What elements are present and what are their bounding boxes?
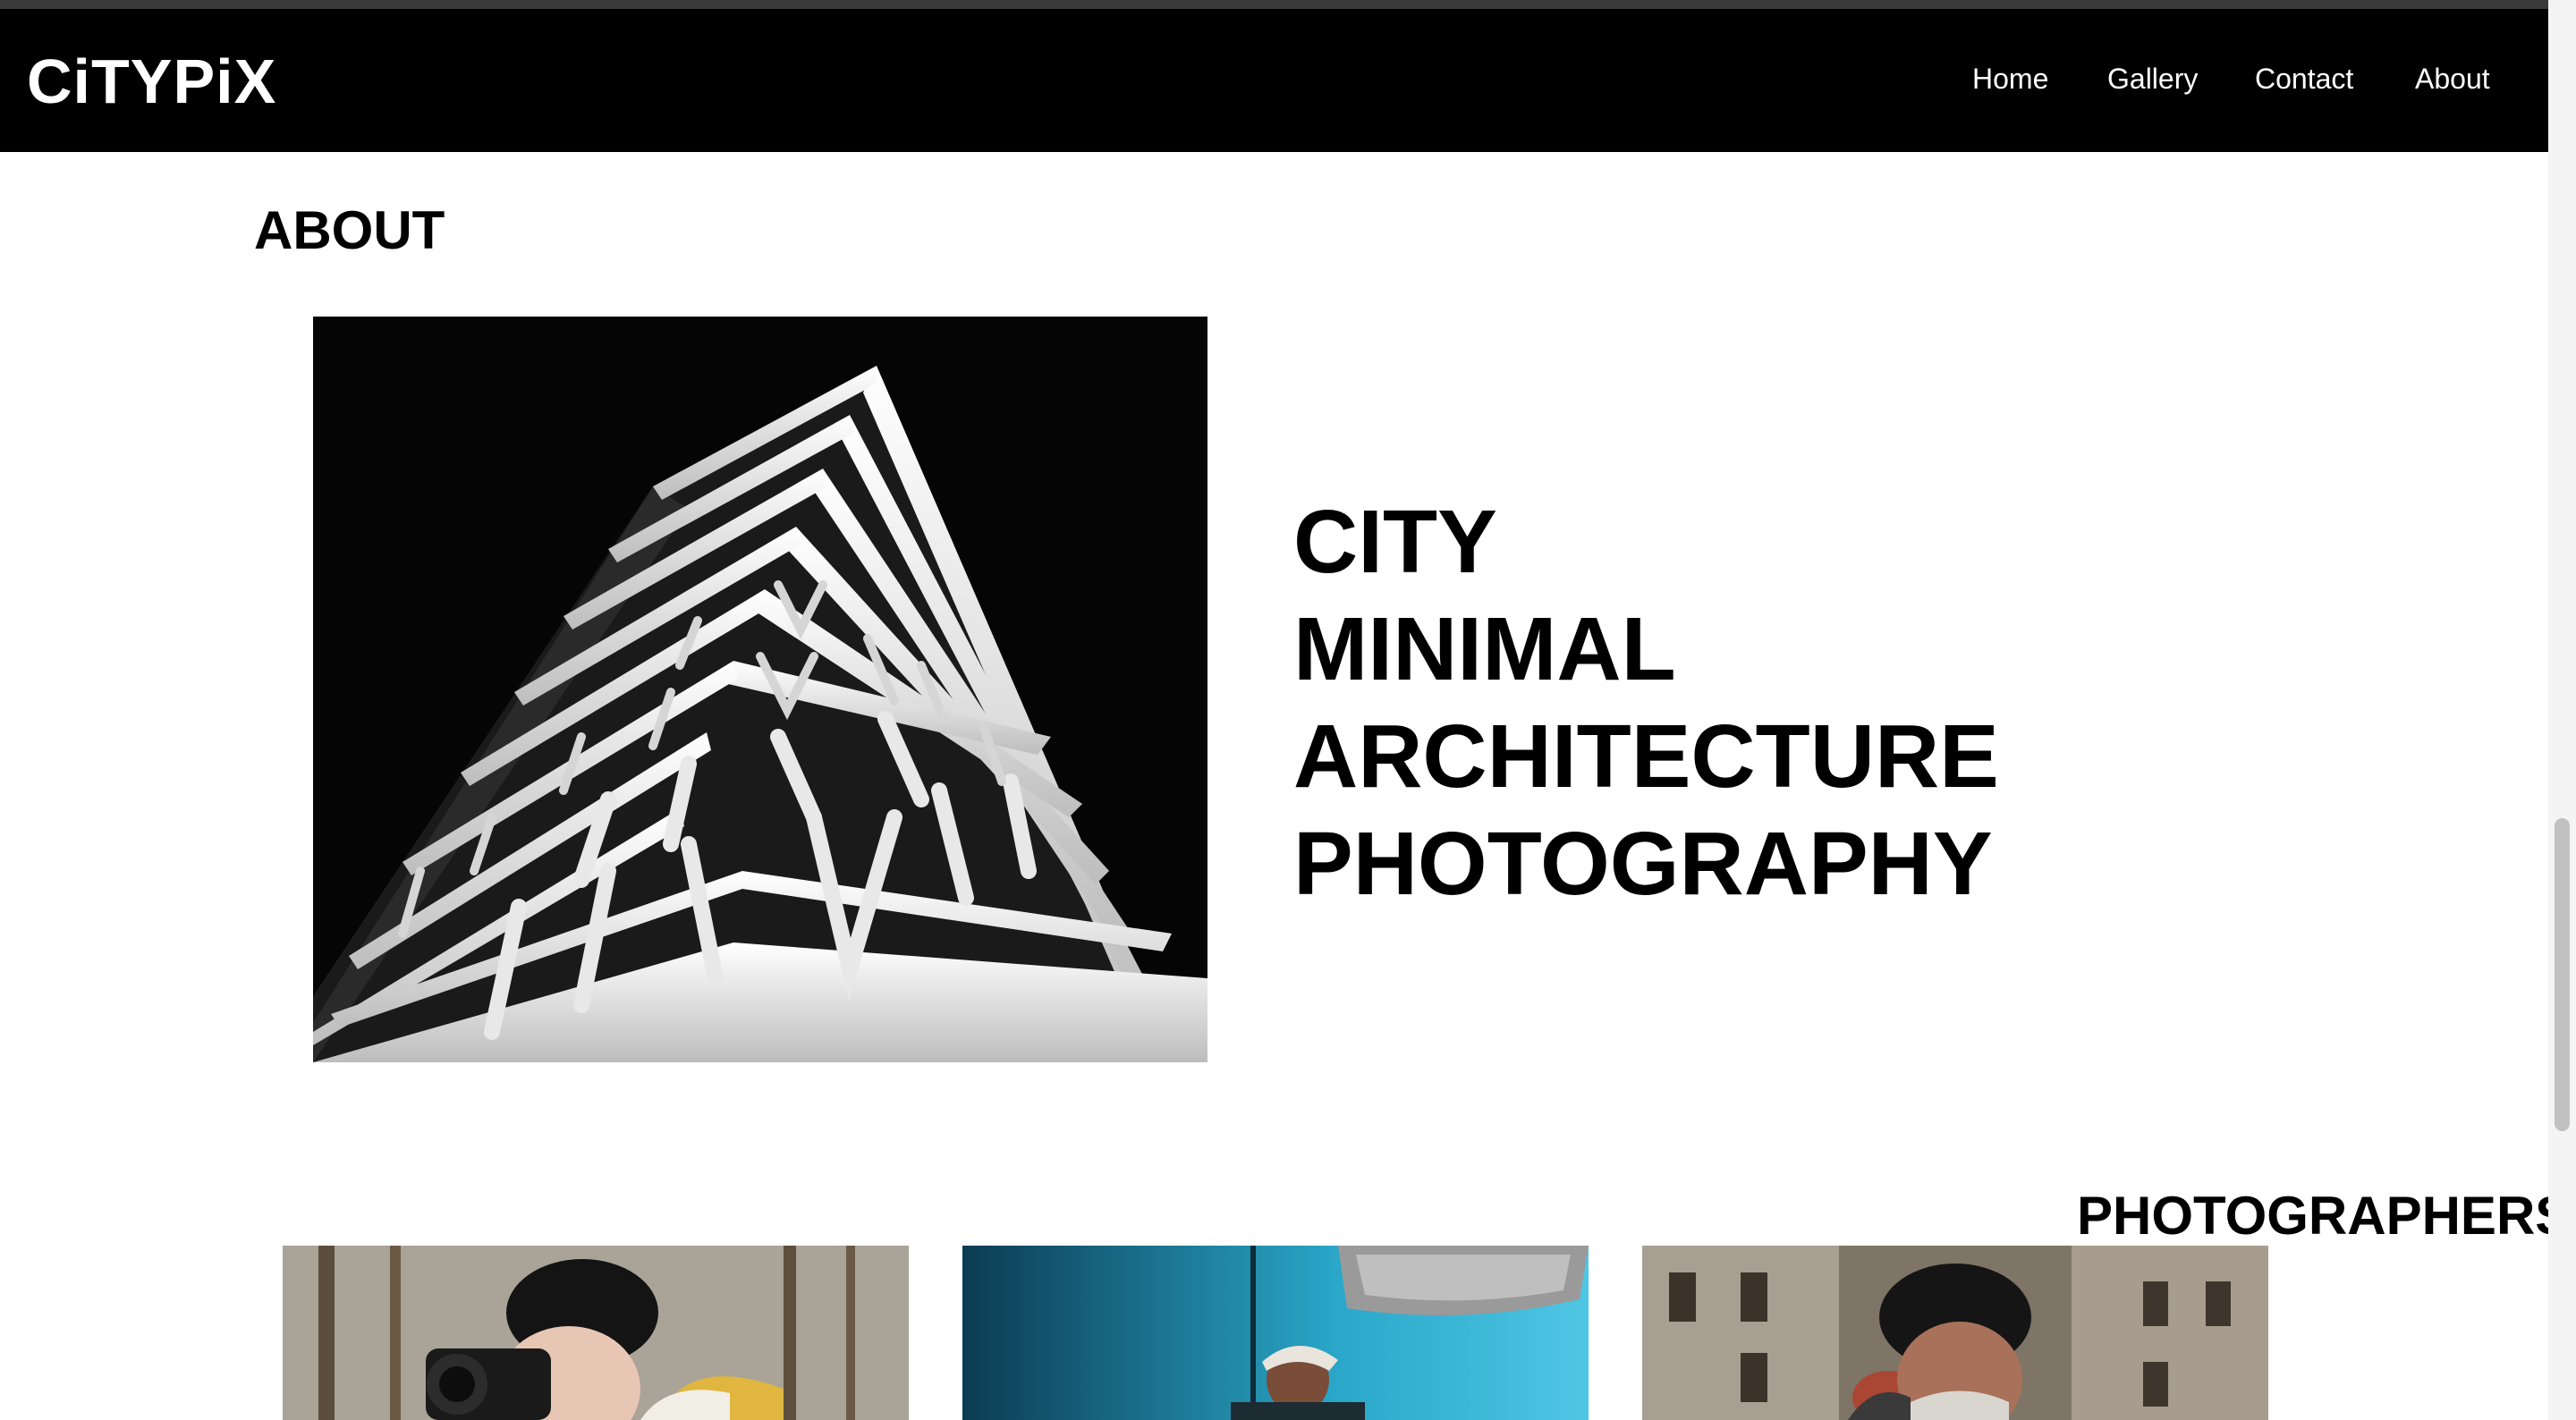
photographers-title: PHOTOGRAPHERS: [2077, 1186, 2572, 1246]
scrollbar-thumb[interactable]: [2555, 818, 2570, 1131]
navbar: CiTYPiX Home Gallery Contact About: [0, 9, 2548, 152]
photographer-photo-icon: [962, 1246, 1589, 1420]
about-headline: CITY MINIMAL ARCHITECTURE PHOTOGRAPHY: [1293, 488, 1999, 917]
nav-link-home[interactable]: Home: [1972, 64, 2048, 93]
photographer-card-2[interactable]: [962, 1246, 1589, 1420]
architecture-photo: [313, 317, 1208, 1062]
nav-link-contact[interactable]: Contact: [2255, 64, 2353, 93]
photographer-photo-icon: [283, 1246, 909, 1420]
photographer-photo-icon: [1642, 1246, 2268, 1420]
site-logo[interactable]: CiTYPiX: [27, 50, 276, 113]
headline-line: ARCHITECTURE: [1293, 706, 1999, 807]
headline-line: PHOTOGRAPHY: [1293, 814, 1993, 914]
photographer-card-1[interactable]: [283, 1246, 909, 1420]
browser-top-strip: [0, 0, 2576, 9]
headline-line: MINIMAL: [1293, 599, 1676, 699]
building-photo-icon: [313, 317, 1208, 1062]
about-title: ABOUT: [254, 200, 445, 260]
photographer-card-3[interactable]: [1642, 1246, 2268, 1420]
scrollbar-track[interactable]: [2548, 0, 2576, 1420]
headline-line: CITY: [1293, 492, 1497, 592]
nav-link-about[interactable]: About: [2415, 64, 2490, 93]
nav-link-gallery[interactable]: Gallery: [2107, 64, 2198, 93]
